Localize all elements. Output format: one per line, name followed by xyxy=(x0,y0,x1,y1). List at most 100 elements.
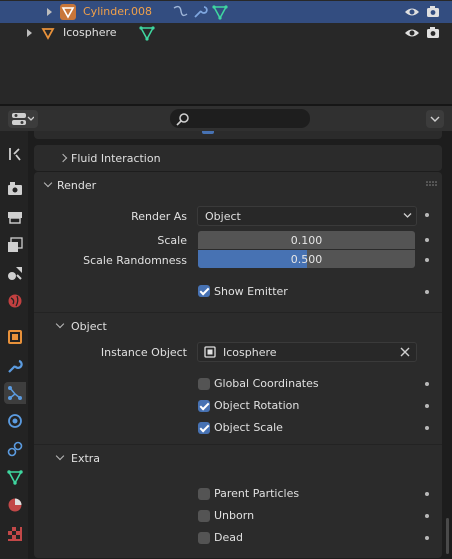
scale-randomness-slider[interactable]: 0.500 xyxy=(198,250,415,268)
options-dropdown-button[interactable] xyxy=(426,110,444,128)
properties-panel: Fluid Interaction Render Render As Objec… xyxy=(28,131,452,559)
panel-title: Fluid Interaction xyxy=(71,152,161,165)
keyframe-dot[interactable] xyxy=(425,258,429,262)
world-icon xyxy=(8,294,22,308)
chevron-right-icon xyxy=(58,153,68,163)
tab-data[interactable] xyxy=(4,466,26,488)
constraints-icon xyxy=(7,441,23,457)
scale-value: 0.100 xyxy=(290,234,323,247)
keyframe-dot[interactable] xyxy=(425,492,429,496)
scale-label: Scale xyxy=(157,234,187,247)
scale-randomness-label: Scale Randomness xyxy=(83,254,187,267)
tab-particles[interactable] xyxy=(4,382,26,404)
unborn-checkbox[interactable] xyxy=(198,510,210,522)
object-icon xyxy=(40,25,56,41)
parent-particles-checkbox[interactable] xyxy=(198,488,210,500)
keyframe-dot[interactable] xyxy=(425,213,429,217)
tab-view-layer[interactable] xyxy=(4,234,26,256)
editor-type-icon xyxy=(12,113,34,125)
dead-checkbox[interactable] xyxy=(198,532,210,544)
dead-label: Dead xyxy=(214,531,243,544)
search-input[interactable] xyxy=(170,109,310,128)
object-icon xyxy=(204,346,216,358)
outliner: Cylinder.008 Icosphere xyxy=(0,0,452,104)
keyframe-dot[interactable] xyxy=(425,514,429,518)
chevron-down-icon xyxy=(55,451,65,461)
close-icon[interactable] xyxy=(400,347,410,357)
object-rotation-label: Object Rotation xyxy=(214,399,300,412)
keyframe-dot[interactable] xyxy=(425,290,429,294)
show-emitter-label: Show Emitter xyxy=(214,285,288,298)
scrollbar[interactable] xyxy=(446,518,449,554)
outliner-row-icosphere[interactable]: Icosphere xyxy=(0,22,452,44)
eye-icon[interactable] xyxy=(404,26,420,40)
tab-output[interactable] xyxy=(4,206,26,228)
instance-object-label: Instance Object xyxy=(100,346,187,359)
tab-tool[interactable] xyxy=(4,143,26,165)
tab-modifiers[interactable] xyxy=(4,355,26,377)
global-coordinates-checkbox[interactable] xyxy=(198,378,210,390)
object-icon xyxy=(8,330,22,344)
render-icon xyxy=(8,182,22,195)
texture-icon xyxy=(8,527,22,541)
object-rotation-checkbox[interactable] xyxy=(198,400,210,412)
panel-fluid-interaction[interactable]: Fluid Interaction xyxy=(34,145,442,171)
object-scale-checkbox[interactable] xyxy=(198,422,210,434)
render-as-dropdown[interactable]: Object xyxy=(197,206,417,226)
modifier-icon xyxy=(8,359,23,373)
keyframe-dot[interactable] xyxy=(425,536,429,540)
modifier-wrench-icon xyxy=(194,6,208,18)
partial-checkbox xyxy=(202,131,214,134)
subpanel-divider xyxy=(34,444,442,445)
tab-render[interactable] xyxy=(4,177,26,199)
object-scale-label: Object Scale xyxy=(214,421,283,434)
particles-icon xyxy=(8,386,22,400)
physics-icon xyxy=(8,414,22,428)
render-as-value: Object xyxy=(205,210,241,223)
search-icon xyxy=(176,113,189,126)
mesh-data-icon xyxy=(139,26,155,41)
scale-randomness-value: 0.500 xyxy=(290,253,323,266)
outliner-item-name: Icosphere xyxy=(63,26,117,39)
keyframe-dot[interactable] xyxy=(425,426,429,430)
tab-texture[interactable] xyxy=(4,523,26,545)
tab-physics[interactable] xyxy=(4,410,26,432)
show-emitter-checkbox[interactable] xyxy=(198,285,210,297)
mesh-data-icon xyxy=(212,5,228,20)
keyframe-dot[interactable] xyxy=(425,382,429,386)
chevron-down-icon xyxy=(403,213,412,218)
camera-icon[interactable] xyxy=(426,25,440,39)
outliner-row-cylinder[interactable]: Cylinder.008 xyxy=(0,1,452,23)
panel-render: Render Render As Object Scale 0.100 Scal… xyxy=(34,172,442,558)
tab-object[interactable] xyxy=(4,326,26,348)
parent-particles-label: Parent Particles xyxy=(214,487,300,500)
chevron-down-icon xyxy=(430,116,440,122)
render-as-label: Render As xyxy=(131,210,187,223)
tab-world[interactable] xyxy=(4,290,26,312)
outliner-item-name: Cylinder.008 xyxy=(83,5,153,18)
constraint-icon xyxy=(173,5,188,17)
subpanel-header-object[interactable]: Object xyxy=(34,314,442,340)
subpanel-header-extra[interactable]: Extra xyxy=(34,446,442,472)
keyframe-dot[interactable] xyxy=(425,238,429,242)
tab-material[interactable] xyxy=(4,494,26,516)
view-layer-icon xyxy=(8,237,23,252)
eye-icon[interactable] xyxy=(404,5,420,19)
drag-handle-icon[interactable] xyxy=(426,181,438,187)
scale-field[interactable]: 0.100 xyxy=(198,231,415,249)
editor-type-button[interactable] xyxy=(8,110,38,128)
expand-arrow-icon[interactable] xyxy=(27,29,32,37)
keyframe-dot[interactable] xyxy=(425,404,429,408)
instance-object-field[interactable]: Icosphere xyxy=(197,342,417,362)
instance-object-value: Icosphere xyxy=(223,346,277,359)
panel-header-render[interactable]: Render xyxy=(34,172,442,198)
global-coordinates-label: Global Coordinates xyxy=(214,377,319,390)
tab-constraints[interactable] xyxy=(4,438,26,460)
camera-icon[interactable] xyxy=(426,4,440,18)
expand-arrow-icon[interactable] xyxy=(47,8,52,16)
subpanel-title: Extra xyxy=(71,452,101,465)
panel-title: Render xyxy=(57,179,97,192)
subpanel-divider xyxy=(34,312,442,313)
tab-scene[interactable] xyxy=(4,262,26,284)
subpanel-title: Object xyxy=(71,320,107,333)
